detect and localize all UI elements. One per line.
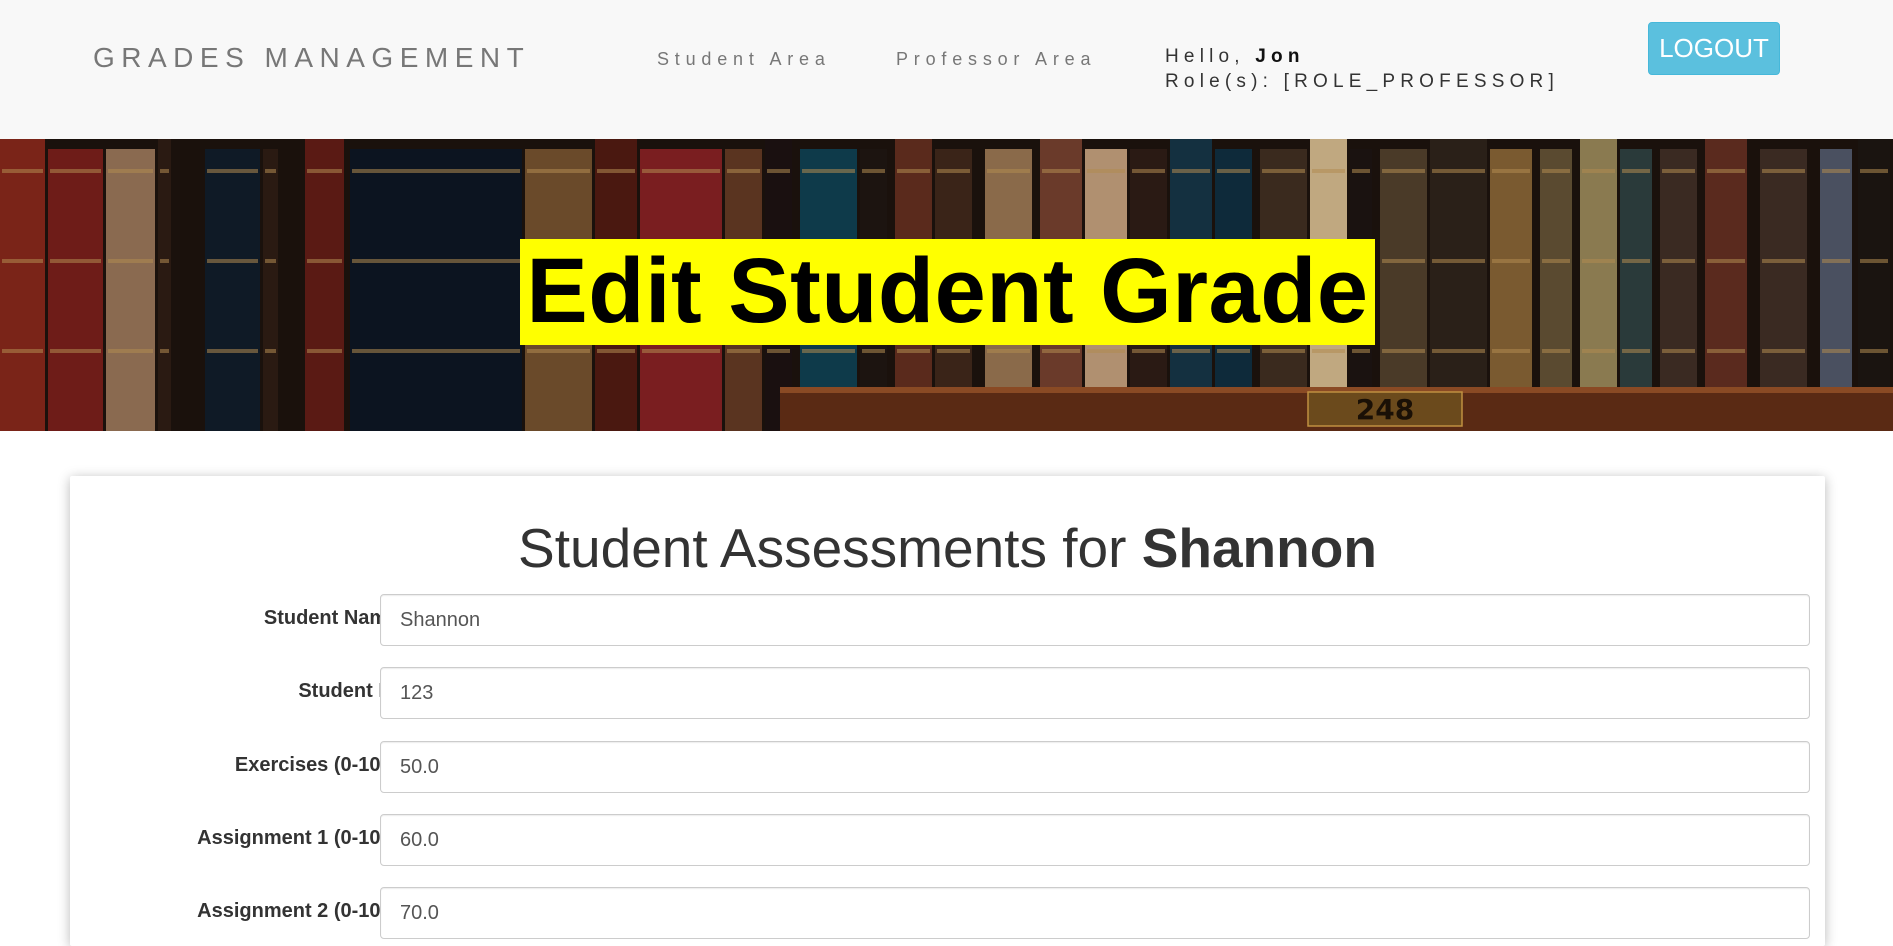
- nav-professor-area[interactable]: Professor Area: [896, 49, 1096, 70]
- assignment-1-label: Assignment 1 (0-100):: [197, 827, 405, 849]
- exercises-input[interactable]: [380, 741, 1810, 793]
- user-name: Jon: [1255, 46, 1305, 67]
- hero-banner: 248 Edit Student Grade: [0, 139, 1893, 431]
- greeting-text: Hello,: [1165, 46, 1256, 67]
- shelf-number-label: 248: [1356, 393, 1414, 426]
- card-title-prefix: Student Assessments for: [518, 517, 1142, 579]
- logout-button[interactable]: LOGOUT: [1648, 22, 1780, 75]
- top-navbar: GRADES MANAGEMENT Student Area Professor…: [0, 0, 1893, 139]
- page-title: Edit Student Grade: [520, 239, 1375, 345]
- brand-link[interactable]: GRADES MANAGEMENT: [93, 42, 530, 74]
- form-row-assignment-2: Assignment 2 (0-100):: [70, 887, 1825, 939]
- form-row-assignment-1: Assignment 1 (0-100):: [70, 814, 1825, 866]
- form-row-exercises: Exercises (0-100):: [70, 741, 1825, 793]
- student-name-input[interactable]: [380, 594, 1810, 646]
- card-title: Student Assessments for Shannon: [70, 516, 1825, 580]
- assignment-2-input[interactable]: [380, 887, 1810, 939]
- form-row-student-name: Student Name:: [70, 594, 1825, 646]
- form-row-student-id: Student ID:: [70, 667, 1825, 719]
- card-title-student-name: Shannon: [1141, 517, 1377, 579]
- student-id-input[interactable]: [380, 667, 1810, 719]
- nav-student-area[interactable]: Student Area: [657, 49, 831, 70]
- user-info: Hello, Jon Role(s): [ROLE_PROFESSOR]: [1165, 44, 1559, 94]
- assignment-1-input[interactable]: [380, 814, 1810, 866]
- user-roles: Role(s): [ROLE_PROFESSOR]: [1165, 71, 1559, 92]
- user-greeting-line: Hello, Jon: [1165, 44, 1559, 69]
- assessment-card: Student Assessments for Shannon Student …: [70, 476, 1825, 946]
